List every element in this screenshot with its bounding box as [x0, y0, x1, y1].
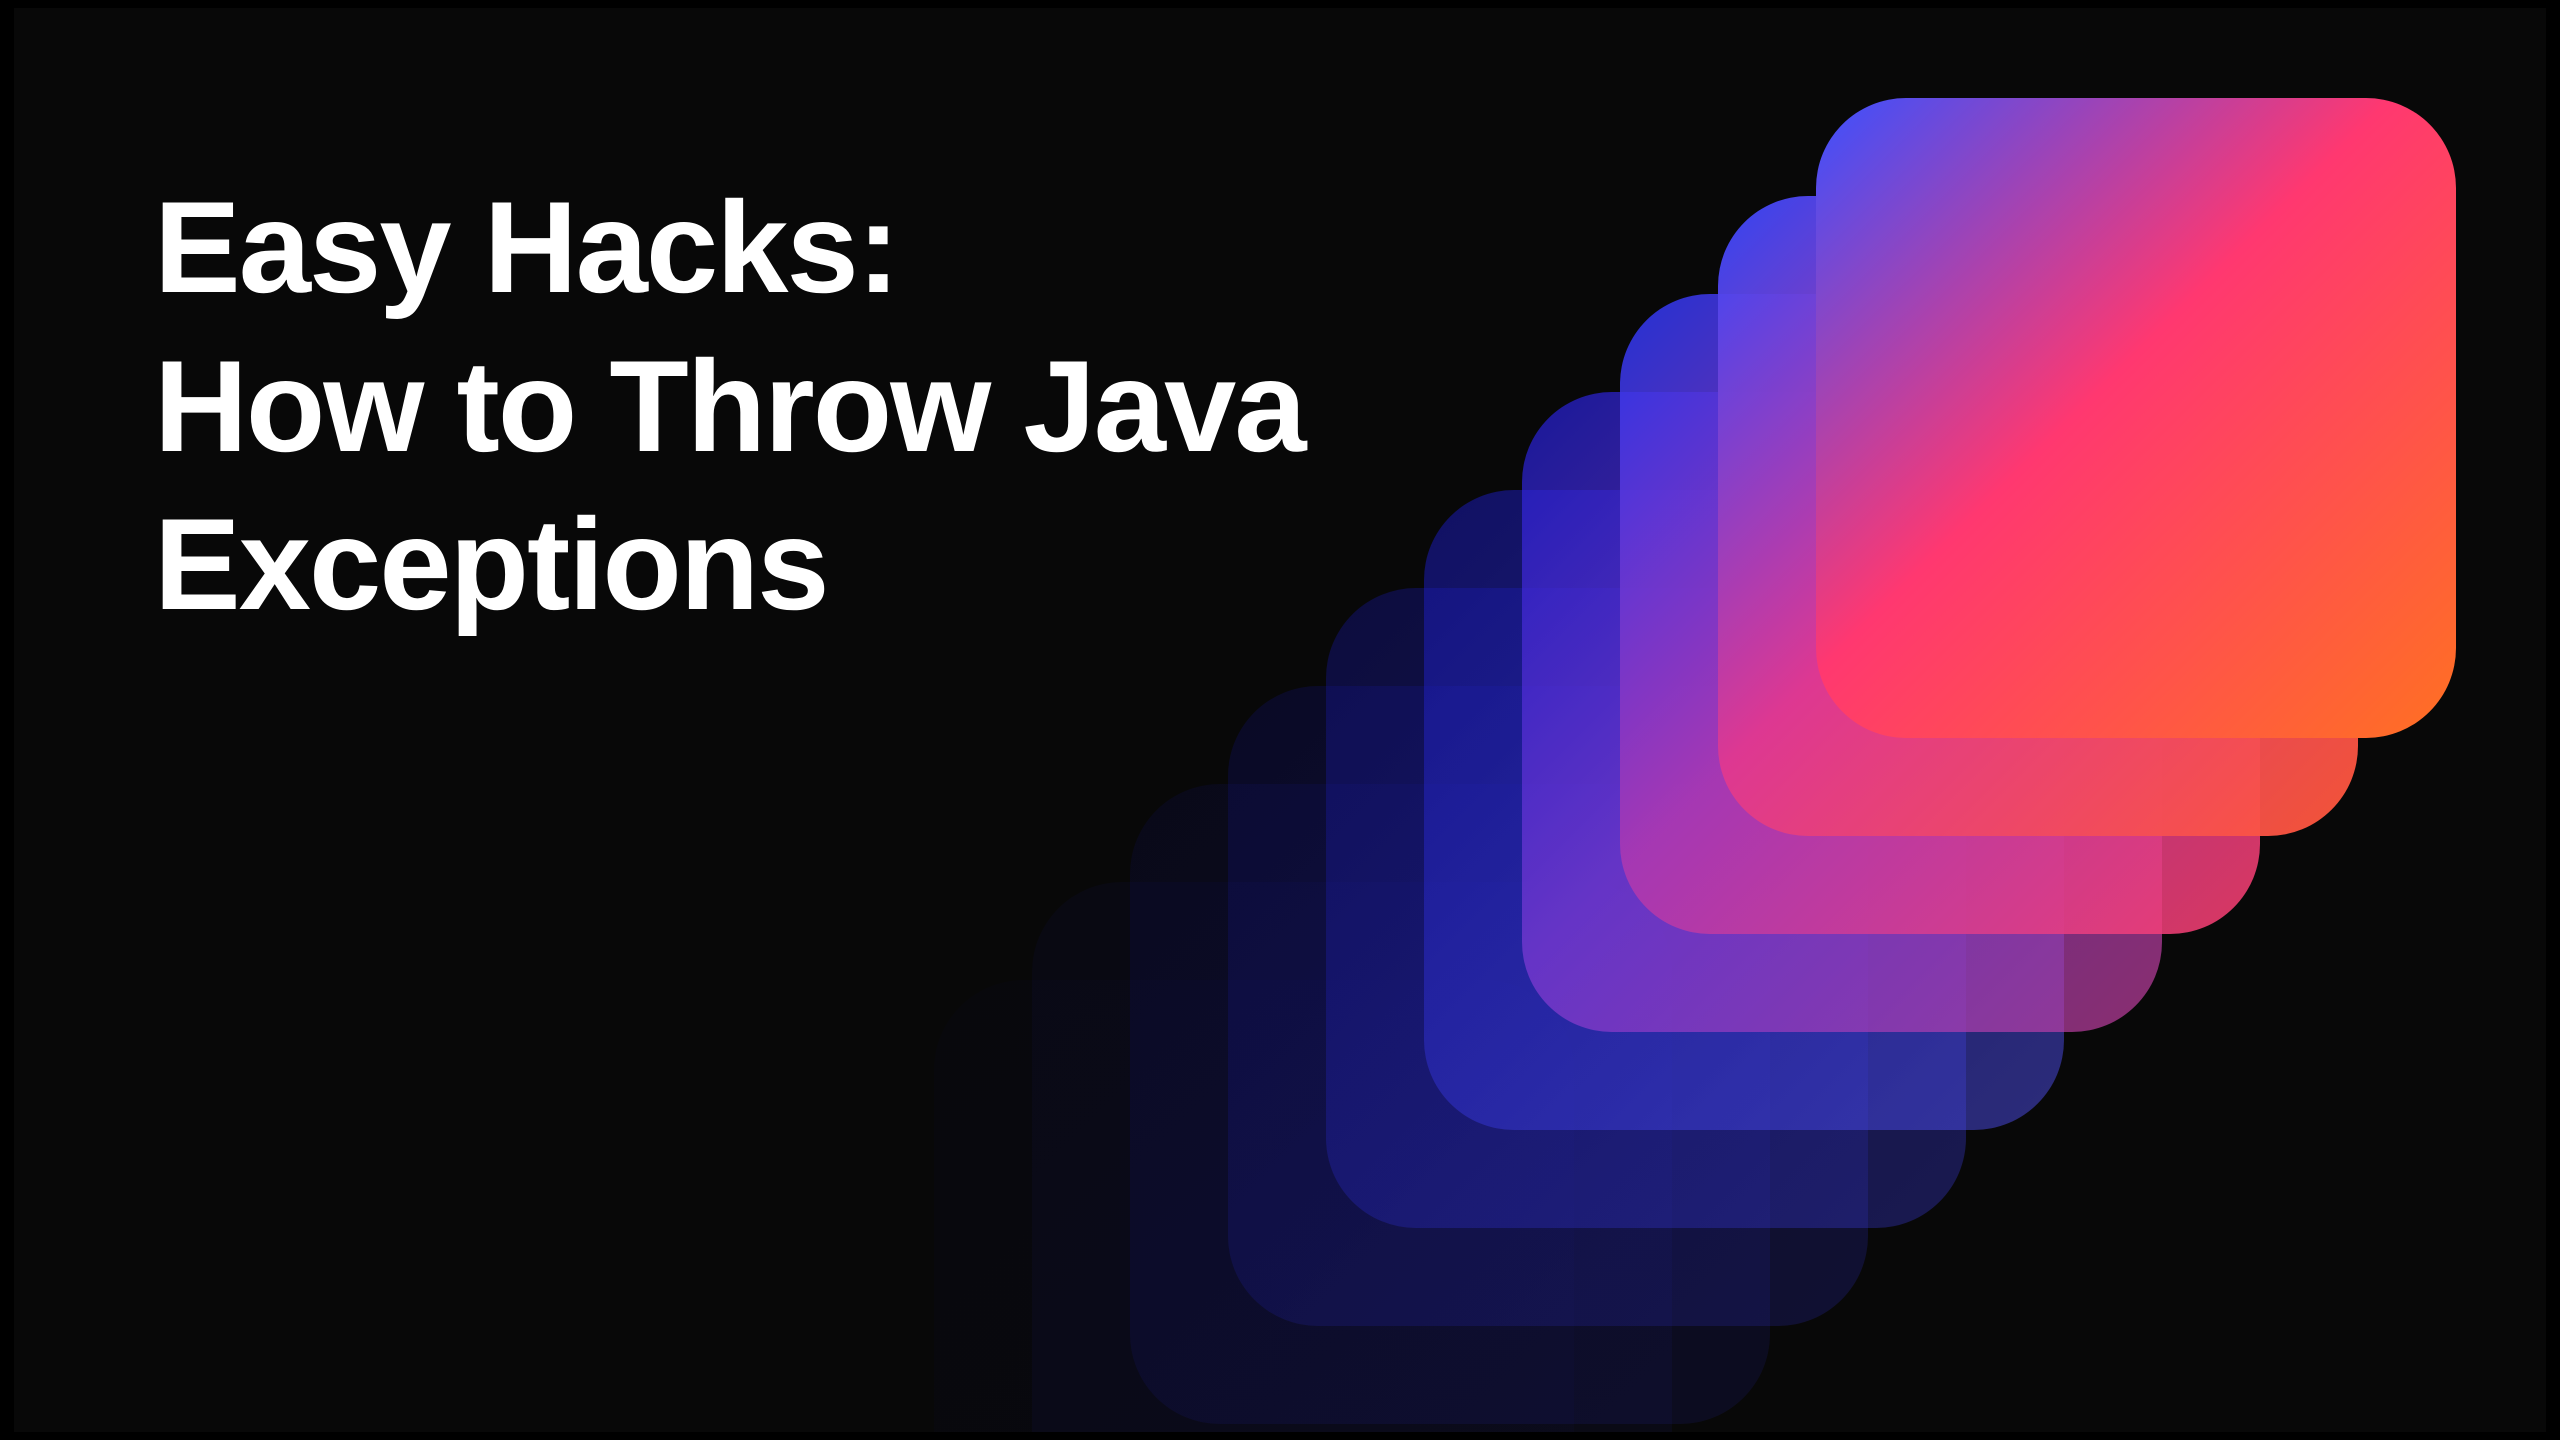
- hero-banner: Easy Hacks: How to Throw Java Exceptions: [14, 8, 2546, 1432]
- title-line-1: Easy Hacks:: [154, 174, 898, 320]
- title-line-2: How to Throw Java: [154, 333, 1305, 479]
- letterbox: Easy Hacks: How to Throw Java Exceptions: [0, 0, 2560, 1440]
- title-line-3: Exceptions: [154, 491, 828, 637]
- hero-title: Easy Hacks: How to Throw Java Exceptions: [154, 168, 1305, 644]
- gradient-card-9: [1816, 98, 2456, 738]
